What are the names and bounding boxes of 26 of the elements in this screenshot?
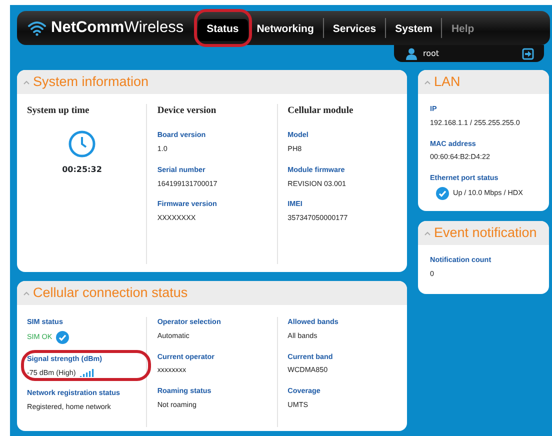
column-heading: Cellular module xyxy=(288,105,354,118)
collapse-caret-icon[interactable] xyxy=(424,230,431,236)
nav-tab[interactable]: Networking xyxy=(248,19,323,41)
nav-tab[interactable]: Status xyxy=(198,19,248,41)
uptime-value: 00:25:32 xyxy=(62,164,102,176)
panel-title: Event notification xyxy=(434,224,537,242)
brand-logo: NetCommWireless xyxy=(51,18,184,38)
clock-icon xyxy=(68,130,96,158)
collapse-caret-icon[interactable] xyxy=(23,80,30,84)
check-circle-icon xyxy=(436,186,449,200)
signal-bars-icon xyxy=(80,368,94,377)
check-circle-icon xyxy=(56,330,70,344)
nav-tab[interactable]: Services xyxy=(324,19,386,41)
panel-title: Cellular connection status xyxy=(33,284,188,302)
collapse-caret-icon[interactable] xyxy=(23,290,30,296)
collapse-caret-icon[interactable] xyxy=(424,80,431,84)
user-icon xyxy=(406,48,417,60)
panel-title: LAN xyxy=(434,72,460,91)
logout-icon[interactable] xyxy=(522,48,534,60)
wifi-logo-icon xyxy=(27,20,47,36)
column-heading: System up time xyxy=(27,105,90,118)
highlight-ring xyxy=(194,9,252,47)
panel-title: System information xyxy=(33,72,149,91)
column-heading: Device version xyxy=(157,105,218,118)
username: root xyxy=(423,48,440,60)
nav-tab[interactable]: System xyxy=(386,19,442,41)
